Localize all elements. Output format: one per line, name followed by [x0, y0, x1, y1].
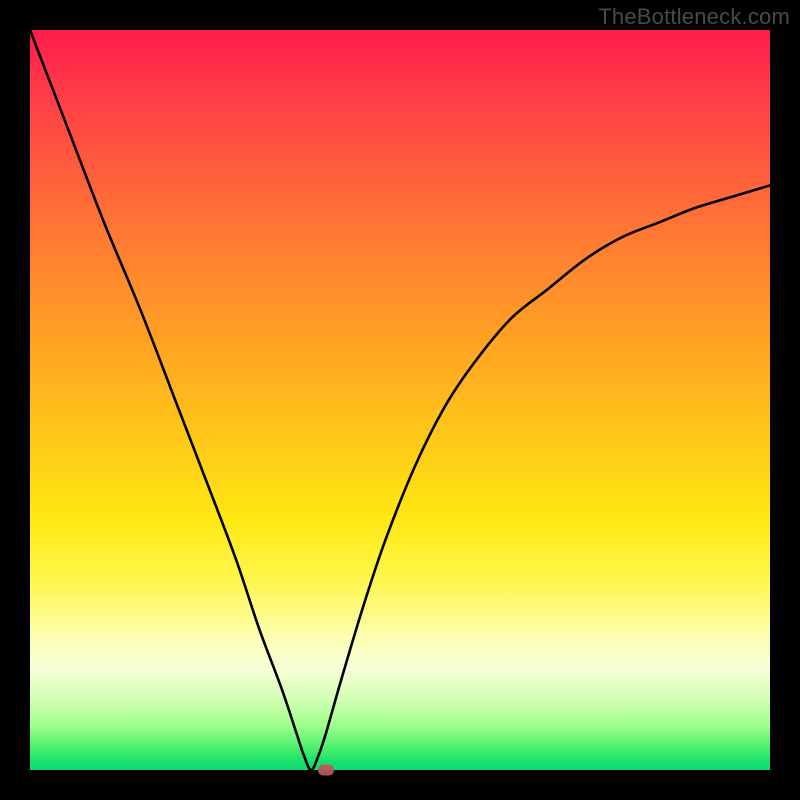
chart-frame: TheBottleneck.com	[0, 0, 800, 800]
bottleneck-curve	[30, 30, 770, 770]
watermark-text: TheBottleneck.com	[598, 4, 790, 30]
curve-minimum-marker	[318, 765, 334, 776]
plot-area	[30, 30, 770, 770]
